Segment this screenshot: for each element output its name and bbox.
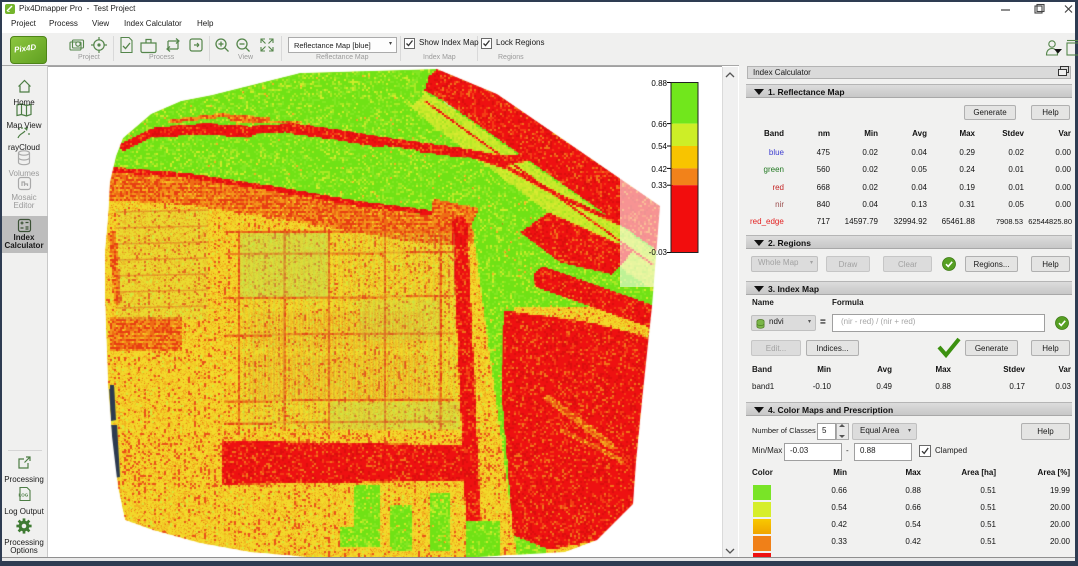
svg-text:0.33: 0.33	[651, 181, 667, 190]
svg-text:0.42: 0.42	[651, 165, 667, 174]
svg-text:-0.03: -0.03	[649, 248, 668, 257]
svg-text:0.66: 0.66	[651, 120, 667, 129]
svg-text:LOG: LOG	[19, 493, 29, 498]
svg-text:0.54: 0.54	[651, 142, 667, 151]
svg-text:0.88: 0.88	[651, 79, 667, 88]
